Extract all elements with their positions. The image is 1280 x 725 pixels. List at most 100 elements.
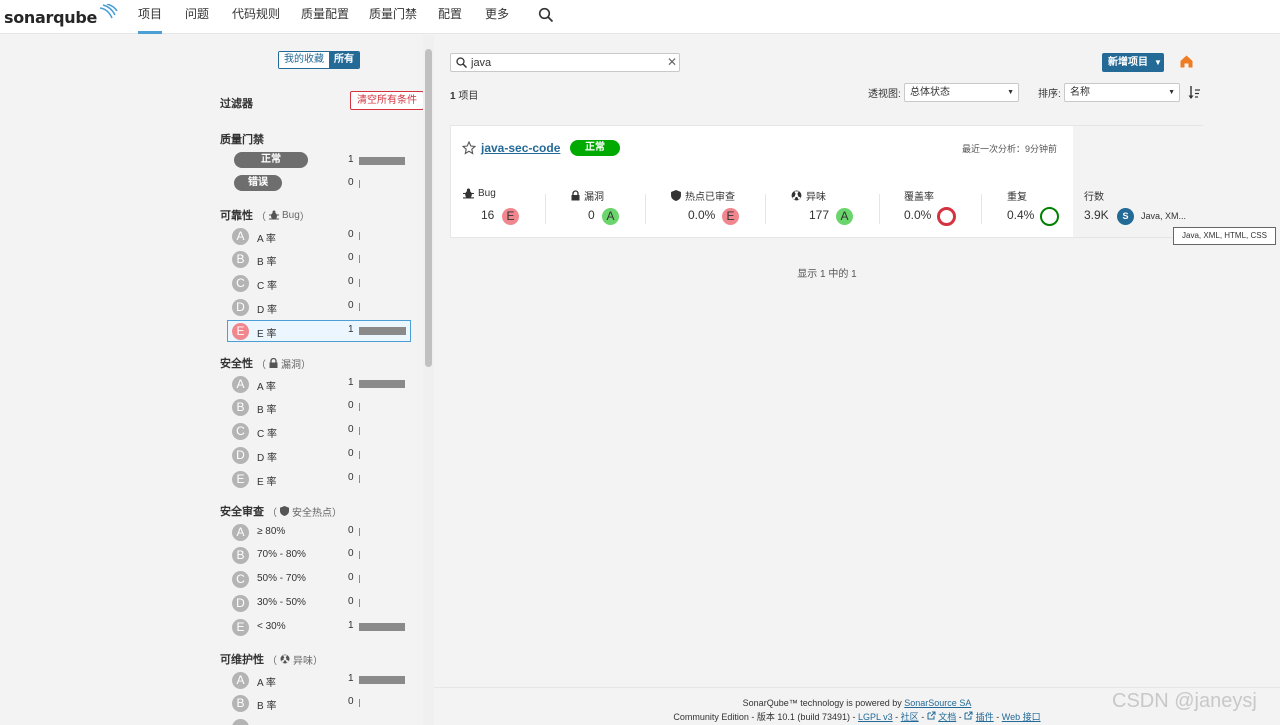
bug-icon xyxy=(463,188,474,199)
csdn-watermark: CSDN @janeysj xyxy=(1112,690,1257,712)
filter-bar xyxy=(359,327,406,335)
nav-administration[interactable]: 配置 xyxy=(438,0,462,34)
footer-powered-text: SonarQube™ technology is powered by xyxy=(742,698,905,708)
nav-quality-gates[interactable]: 质量门禁 xyxy=(369,0,417,34)
nav-more[interactable]: 更多 xyxy=(485,0,509,34)
nav-projects[interactable]: 项目 xyxy=(138,0,163,34)
nav-issues[interactable]: 问题 xyxy=(185,0,209,34)
security-review-title: 安全审查 xyxy=(220,506,264,518)
filter-maintainability-a[interactable]: A A 率 1 xyxy=(227,669,411,691)
security-title: 安全性 xyxy=(220,358,253,370)
footer-edition-text: Community Edition - 版本 10.1 (build 73491… xyxy=(673,712,858,722)
footer-separator: - xyxy=(956,712,965,722)
star-icon[interactable] xyxy=(462,141,476,155)
toggle-favorites[interactable]: 我的收藏 xyxy=(279,52,329,68)
filter-review-e[interactable]: E < 30% 1 xyxy=(227,616,411,638)
filter-security-e[interactable]: E E 率 0 xyxy=(227,468,411,490)
project-card: java-sec-code 正常 最近一次分析：9分钟前 Bug 16 E 漏洞… xyxy=(450,125,1203,238)
filter-count: 1 xyxy=(348,673,354,684)
external-link-icon xyxy=(964,711,973,720)
web-api-link[interactable]: Web 接口 xyxy=(1002,712,1041,722)
filters-sidebar: 我的收藏 所有 过滤器 清空所有条件 质量门禁 正常 1 错误 0 可靠性 （ … xyxy=(0,35,434,725)
rating-badge: E xyxy=(232,323,249,340)
filter-label: 70% - 80% xyxy=(257,549,306,560)
metric-vulnerability-value[interactable]: 0 xyxy=(588,208,595,222)
metric-lines-value[interactable]: 3.9K xyxy=(1084,208,1109,222)
filter-count: 0 xyxy=(348,596,354,607)
filter-maintainability-c-partial[interactable] xyxy=(227,716,411,725)
project-name-link[interactable]: java-sec-code xyxy=(481,141,560,155)
filter-reliability-a[interactable]: A A 率 0 xyxy=(227,225,411,247)
filter-label: D 率 xyxy=(257,453,277,464)
filter-bar xyxy=(359,380,405,388)
duplications-ring xyxy=(1040,207,1059,226)
filter-security-c[interactable]: C C 率 0 xyxy=(227,420,411,442)
quality-gate-title: 质量门禁 xyxy=(220,134,264,146)
toggle-all[interactable]: 所有 xyxy=(329,52,359,68)
metric-vulnerability-label: 漏洞 xyxy=(571,188,604,203)
filter-bar xyxy=(359,575,360,583)
filter-review-a[interactable]: A ≥ 80% 0 xyxy=(227,521,411,543)
divider xyxy=(645,194,646,224)
filter-count: 0 xyxy=(348,177,354,188)
filter-security-d[interactable]: D D 率 0 xyxy=(227,444,411,466)
filter-label: ≥ 80% xyxy=(257,526,286,537)
filter-count: 0 xyxy=(348,229,354,240)
new-project-button[interactable]: 新增项目 ▼ xyxy=(1102,53,1164,72)
filter-count: 0 xyxy=(348,572,354,583)
quality-gate-filter-title: 质量门禁 xyxy=(220,131,264,147)
sort-label: 排序: xyxy=(1038,89,1061,100)
languages-text: Java, XM... xyxy=(1141,211,1187,221)
clear-all-filters-button[interactable]: 清空所有条件 xyxy=(350,91,424,110)
rating-badge: E xyxy=(232,471,249,488)
filters-title: 过滤器 xyxy=(220,98,253,110)
sonarsource-link[interactable]: SonarSource SA xyxy=(904,698,971,708)
chevron-down-icon: ▼ xyxy=(1154,58,1162,67)
filter-reliability-b[interactable]: B B 率 0 xyxy=(227,248,411,270)
filter-gate-passed[interactable]: 正常 1 xyxy=(227,150,411,172)
metric-label-text: 覆盖率 xyxy=(904,192,934,203)
search-icon[interactable] xyxy=(538,7,554,23)
metric-coverage-value[interactable]: 0.0% xyxy=(904,208,931,222)
rating-badge: A xyxy=(232,524,249,541)
rating-badge: A xyxy=(836,208,853,225)
home-icon[interactable] xyxy=(1180,55,1193,68)
community-link[interactable]: 社区 xyxy=(901,712,919,722)
clear-search-icon[interactable]: ✕ xyxy=(667,55,677,69)
filter-reliability-c[interactable]: C C 率 0 xyxy=(227,272,411,294)
filter-bar xyxy=(359,551,360,559)
metric-hotspots-value[interactable]: 0.0% xyxy=(688,208,715,222)
nav-quality-profiles[interactable]: 质量配置 xyxy=(301,0,349,34)
filter-review-b[interactable]: B 70% - 80% 0 xyxy=(227,544,411,566)
perspective-select[interactable]: 总体状态 ▼ xyxy=(904,83,1019,102)
metric-duplications-value[interactable]: 0.4% xyxy=(1007,208,1034,222)
sonarqube-logo[interactable]: sonarqube xyxy=(4,4,118,30)
filter-label: E 率 xyxy=(257,477,277,488)
filter-bar xyxy=(359,451,360,459)
filter-maintainability-b[interactable]: B B 率 0 xyxy=(227,692,411,714)
metric-label-text: 重复 xyxy=(1007,192,1027,203)
nav-rules[interactable]: 代码规则 xyxy=(232,0,280,34)
maintainability-sub: （ 异味 ） xyxy=(267,652,323,667)
filter-review-c[interactable]: C 50% - 70% 0 xyxy=(227,568,411,590)
sidebar-scrollbar-thumb[interactable] xyxy=(425,49,432,367)
filter-gate-failed[interactable]: 错误 0 xyxy=(227,173,411,195)
filter-label: 50% - 70% xyxy=(257,573,306,584)
filter-security-a[interactable]: A A 率 1 xyxy=(227,373,411,395)
filter-reliability-e[interactable]: E E 率 1 xyxy=(227,320,411,342)
license-link[interactable]: LGPL v3 xyxy=(858,712,893,722)
rating-badge: B xyxy=(232,251,249,268)
project-search-input[interactable]: java ✕ xyxy=(450,53,680,72)
filter-review-d[interactable]: D 30% - 50% 0 xyxy=(227,592,411,614)
filter-reliability-d[interactable]: D D 率 0 xyxy=(227,296,411,318)
metric-smells-value[interactable]: 177 xyxy=(809,208,829,222)
sort-select[interactable]: 名称 ▼ xyxy=(1064,83,1180,102)
metric-bug-value[interactable]: 16 xyxy=(481,208,494,222)
docs-link[interactable]: 文档 xyxy=(938,712,956,722)
sort-value: 名称 xyxy=(1070,87,1090,98)
filter-security-b[interactable]: B B 率 0 xyxy=(227,396,411,418)
sort-order-icon[interactable] xyxy=(1188,85,1201,100)
plugins-link[interactable]: 插件 xyxy=(976,712,994,722)
chevron-down-icon: ▼ xyxy=(1168,89,1175,96)
perspective-value: 总体状态 xyxy=(910,87,950,98)
